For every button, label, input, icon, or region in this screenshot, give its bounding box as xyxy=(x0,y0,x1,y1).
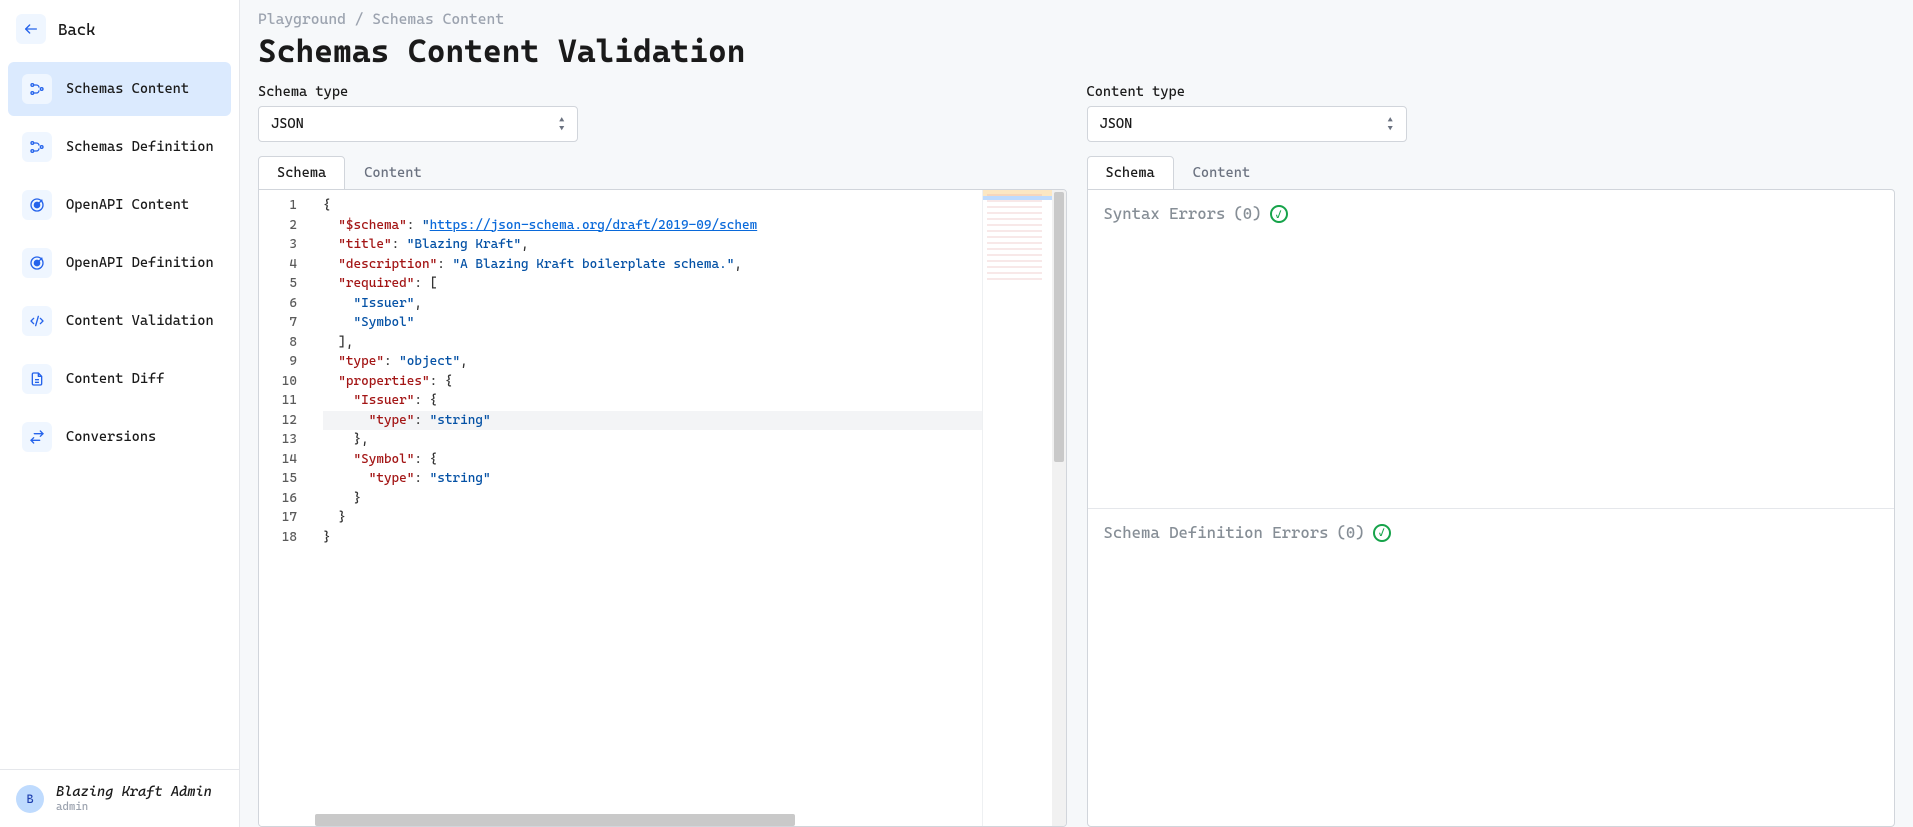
scrollbar-vertical[interactable] xyxy=(1052,190,1066,826)
arrow-left-icon xyxy=(16,14,46,44)
sidebar-item-content-validation[interactable]: Content Validation xyxy=(8,294,231,348)
content-type-select[interactable]: JSON ▴▾ xyxy=(1087,106,1407,142)
sidebar-item-schemas-definition[interactable]: Schemas Definition xyxy=(8,120,231,174)
errors-panel: Syntax Errors (0) ✓ Schema Definition Er… xyxy=(1087,189,1896,827)
right-tabs: Schema Content xyxy=(1087,156,1896,189)
sidebar-nav: Back Schemas Content Schemas Definition … xyxy=(0,0,239,769)
swap-icon xyxy=(22,422,52,452)
code-editor[interactable]: 123456789101112131415161718 { "$schema":… xyxy=(258,189,1067,827)
left-panel: Schema type JSON ▴▾ Schema Content 12345… xyxy=(258,84,1067,827)
back-button[interactable]: Back xyxy=(0,0,239,58)
sidebar-item-openapi-content[interactable]: OpenAPI Content xyxy=(8,178,231,232)
sidebar-user[interactable]: B Blazing Kraft Admin admin xyxy=(0,769,239,827)
schema-def-errors-count: (0) xyxy=(1337,523,1365,542)
content-type-label: Content type xyxy=(1087,84,1896,100)
back-label: Back xyxy=(58,20,96,39)
main: Playground / Schemas Content Schemas Con… xyxy=(240,0,1913,827)
schema-def-errors-section: Schema Definition Errors (0) ✓ xyxy=(1088,509,1895,827)
sidebar-item-label: Conversions xyxy=(66,429,156,445)
schema-type-select[interactable]: JSON ▴▾ xyxy=(258,106,578,142)
schema-type-label: Schema type xyxy=(258,84,1067,100)
check-circle-icon: ✓ xyxy=(1373,524,1391,542)
breadcrumb-sep: / xyxy=(346,10,372,28)
minimap[interactable] xyxy=(982,190,1052,826)
schema-icon xyxy=(22,74,52,104)
line-gutter: 123456789101112131415161718 xyxy=(259,190,315,826)
schema-def-errors-label: Schema Definition Errors xyxy=(1104,523,1329,542)
user-role: admin xyxy=(56,800,212,813)
chevron-updown-icon: ▴▾ xyxy=(559,115,565,133)
sidebar-item-content-diff[interactable]: Content Diff xyxy=(8,352,231,406)
syntax-errors-count: (0) xyxy=(1233,204,1261,223)
page-title: Schemas Content Validation xyxy=(258,32,1895,70)
sidebar-item-conversions[interactable]: Conversions xyxy=(8,410,231,464)
target-icon xyxy=(22,248,52,278)
breadcrumb-leaf[interactable]: Schemas Content xyxy=(372,10,504,28)
breadcrumb-root[interactable]: Playground xyxy=(258,10,346,28)
syntax-errors-section: Syntax Errors (0) ✓ xyxy=(1088,190,1895,509)
tab-content[interactable]: Content xyxy=(345,156,440,190)
content-type-value: JSON xyxy=(1100,116,1133,132)
sidebar-item-openapi-definition[interactable]: OpenAPI Definition xyxy=(8,236,231,290)
user-name: Blazing Kraft Admin xyxy=(56,784,212,800)
avatar-initial: B xyxy=(26,792,33,806)
sidebar-item-label: Schemas Content xyxy=(66,81,189,97)
check-circle-icon: ✓ xyxy=(1270,205,1288,223)
avatar: B xyxy=(16,785,44,813)
right-panel: Content type JSON ▴▾ Schema Content Synt… xyxy=(1087,84,1896,827)
scrollbar-horizontal[interactable] xyxy=(315,814,795,826)
sidebar-item-label: Content Diff xyxy=(66,371,164,387)
tab-schema[interactable]: Schema xyxy=(258,156,345,190)
sidebar-item-schemas-content[interactable]: Schemas Content xyxy=(8,62,231,116)
panels: Schema type JSON ▴▾ Schema Content 12345… xyxy=(258,84,1895,827)
tab-schema[interactable]: Schema xyxy=(1087,156,1174,190)
sidebar-item-label: OpenAPI Content xyxy=(66,197,189,213)
syntax-errors-label: Syntax Errors xyxy=(1104,204,1226,223)
code-area[interactable]: { "$schema": "https://json-schema.org/dr… xyxy=(315,190,982,826)
left-tabs: Schema Content xyxy=(258,156,1067,189)
sidebar: Back Schemas Content Schemas Definition … xyxy=(0,0,240,827)
schema-type-value: JSON xyxy=(271,116,304,132)
document-icon xyxy=(22,364,52,394)
chevron-updown-icon: ▴▾ xyxy=(1387,115,1393,133)
target-icon xyxy=(22,190,52,220)
sidebar-item-label: Schemas Definition xyxy=(66,139,214,155)
tab-content[interactable]: Content xyxy=(1174,156,1269,190)
sidebar-item-label: OpenAPI Definition xyxy=(66,255,214,271)
code-icon xyxy=(22,306,52,336)
sidebar-item-label: Content Validation xyxy=(66,313,214,329)
schema-icon xyxy=(22,132,52,162)
breadcrumb: Playground / Schemas Content xyxy=(258,10,1895,28)
